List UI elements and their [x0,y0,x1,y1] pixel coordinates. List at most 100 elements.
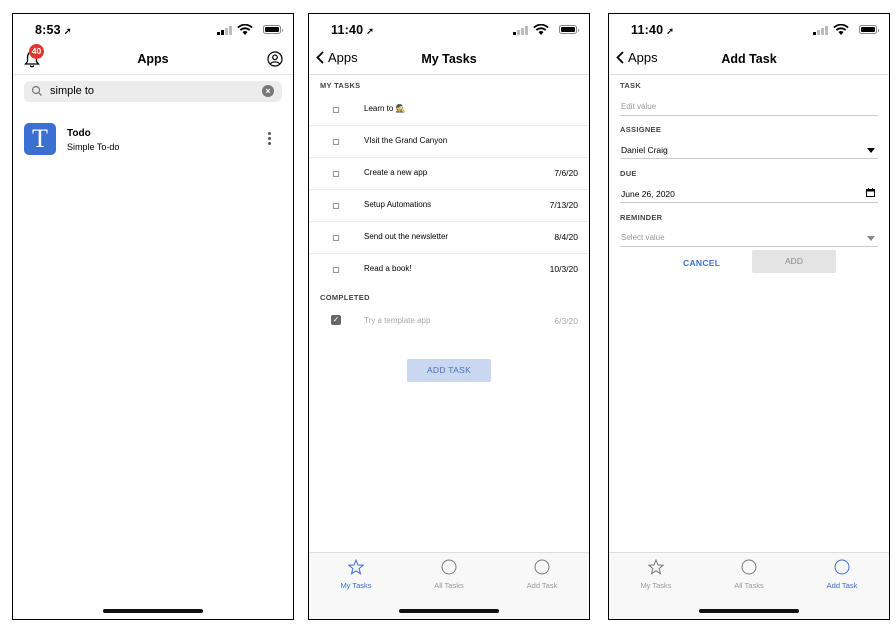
add-button[interactable]: ADD [752,250,836,273]
navigation-bar: Apps Add Task [609,44,889,75]
more-options-icon[interactable] [267,132,271,148]
dropdown-arrow-icon [867,148,875,153]
home-indicator [699,609,799,613]
circle-icon [534,559,550,575]
profile-icon[interactable] [267,51,283,67]
task-name: Read a book! [364,264,412,273]
completed-task-row[interactable]: ✓ Try a template app 6/3/20 [309,306,589,337]
task-placeholder: Edit value [621,102,657,111]
search-value: simple to [50,85,95,97]
checkbox[interactable] [333,267,339,273]
tab-add-task[interactable]: Add Task [502,559,582,590]
status-time: 8:53 ➚ [35,23,72,37]
wifi-icon [833,24,849,35]
tab-label: All Tasks [734,581,764,590]
due-date-input[interactable]: June 26, 2020 [620,186,878,203]
tab-my-tasks[interactable]: My Tasks [616,559,696,590]
assignee-value: Daniel Craig [621,145,668,155]
tab-label: All Tasks [434,581,464,590]
tab-label: My Tasks [640,581,672,590]
task-name: Try a template app [364,316,431,325]
checkbox[interactable] [333,107,339,113]
search-input[interactable]: simple to × [24,81,282,102]
star-icon [348,559,364,575]
header-divider [13,74,293,75]
tab-all-tasks[interactable]: All Tasks [409,559,489,590]
battery-icon [263,25,283,34]
task-date: 6/3/20 [554,316,578,326]
task-label: TASK [620,81,642,90]
add-task-button[interactable]: ADD TASK [407,359,491,382]
wifi-icon [237,24,253,35]
location-arrow-icon: ➚ [63,26,72,36]
checkbox[interactable] [333,235,339,241]
checkbox[interactable] [333,139,339,145]
wifi-icon [533,24,549,35]
task-row[interactable]: Read a book! 10/3/20 [309,254,589,285]
dropdown-arrow-icon [867,236,875,241]
section-header-my-tasks: MY TASKS [320,81,361,90]
tab-label: My Tasks [340,581,372,590]
status-bar: 8:53 ➚ [13,14,293,44]
navigation-bar: Apps My Tasks [309,44,589,75]
home-indicator [103,609,203,613]
status-time: 11:40 ➚ [631,23,675,37]
search-icon [31,85,42,96]
task-row[interactable]: Learn to 🕵 [309,94,589,126]
tab-add-task[interactable]: Add Task [802,559,882,590]
signal-icon [813,26,828,35]
tab-label: Add Task [826,581,858,590]
task-name: Send out the newsletter [364,232,449,241]
star-icon [648,559,664,575]
assignee-label: ASSIGNEE [620,125,662,134]
tab-my-tasks[interactable]: My Tasks [316,559,396,590]
task-name: Setup Automations [364,200,432,209]
apps-screen: 8:53 ➚ 40 Apps simple to × T Todo Simple … [12,13,294,620]
task-date: 10/3/20 [549,264,578,274]
due-label: DUE [620,169,637,178]
task-name: Learn to 🕵 [364,104,406,113]
assignee-select[interactable]: Daniel Craig [620,142,878,159]
page-title: Add Task [721,52,777,66]
app-name: Todo [67,128,91,139]
battery-icon [559,25,579,34]
task-row[interactable]: Send out the newsletter 8/4/20 [309,222,589,254]
checked-checkbox-icon[interactable]: ✓ [331,315,341,325]
reminder-label: REMINDER [620,213,663,222]
task-name: VIsit the Grand Canyon [364,136,448,145]
section-header-completed: COMPLETED [320,293,370,302]
page-title: Apps [137,52,169,66]
reminder-select[interactable]: Select value [620,230,878,247]
signal-icon [217,26,232,35]
task-name: Create a new app [364,168,428,177]
app-icon: T [24,123,56,155]
task-date: 8/4/20 [554,232,578,242]
status-bar: 11:40 ➚ [609,14,889,44]
page-title: My Tasks [421,52,477,66]
location-arrow-icon: ➚ [366,26,375,36]
add-task-screen: 11:40 ➚ Apps Add Task TASK Edit value ASS… [608,13,890,620]
reminder-placeholder: Select value [621,233,665,242]
tab-all-tasks[interactable]: All Tasks [709,559,789,590]
checkbox[interactable] [333,171,339,177]
my-tasks-screen: 11:40 ➚ Apps My Tasks MY TASKS Learn to 🕵… [308,13,590,620]
task-date: 7/6/20 [554,168,578,178]
circle-icon [741,559,757,575]
task-input[interactable]: Edit value [620,99,878,116]
task-row[interactable]: Create a new app 7/6/20 [309,158,589,190]
status-bar: 11:40 ➚ [309,14,589,44]
task-row[interactable]: VIsit the Grand Canyon [309,126,589,158]
cancel-button[interactable]: CANCEL [683,258,720,268]
due-value: June 26, 2020 [621,189,675,199]
clear-icon[interactable]: × [262,85,274,97]
status-time: 11:40 ➚ [331,23,375,37]
circle-icon [834,559,850,575]
task-date: 7/13/20 [549,200,578,210]
location-arrow-icon: ➚ [666,26,675,36]
home-indicator [399,609,499,613]
app-subtitle: Simple To-do [67,142,120,152]
task-row[interactable]: Setup Automations 7/13/20 [309,190,589,222]
calendar-icon[interactable] [866,188,875,197]
checkbox[interactable] [333,203,339,209]
signal-icon [513,26,528,35]
